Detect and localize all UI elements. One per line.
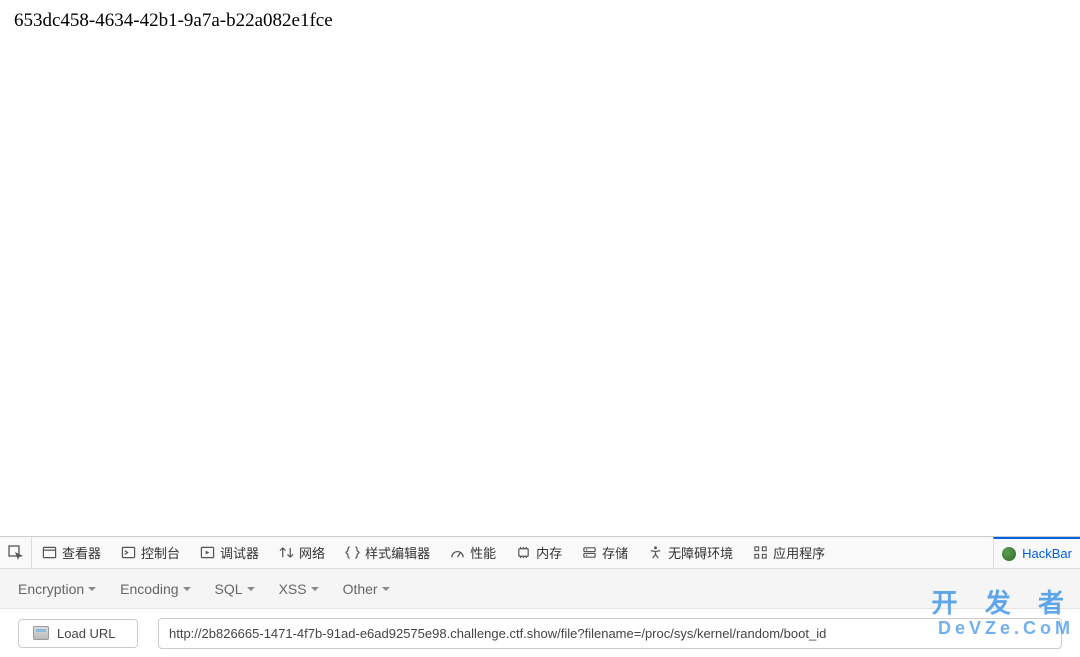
chevron-down-icon	[247, 587, 255, 591]
debugger-icon	[200, 545, 215, 560]
network-icon	[279, 545, 294, 560]
tab-application[interactable]: 应用程序	[743, 537, 835, 568]
dropdown-other[interactable]: Other	[343, 581, 390, 597]
tab-label: 样式编辑器	[365, 543, 430, 562]
dropdown-label: XSS	[279, 581, 307, 597]
tab-label: 内存	[536, 543, 562, 562]
tab-label: HackBar	[1022, 546, 1072, 561]
style-editor-icon	[345, 545, 360, 560]
tab-storage[interactable]: 存储	[572, 537, 638, 568]
dropdown-label: Encoding	[120, 581, 178, 597]
performance-icon	[450, 545, 465, 560]
tab-style-editor[interactable]: 样式编辑器	[335, 537, 440, 568]
tab-label: 无障碍环境	[668, 543, 733, 562]
memory-icon	[516, 545, 531, 560]
tab-performance[interactable]: 性能	[440, 537, 506, 568]
tab-label: 调试器	[220, 543, 259, 562]
hackbar-toolbar: Encryption Encoding SQL XSS Other	[0, 569, 1080, 609]
tab-label: 存储	[602, 543, 628, 562]
devtools-tabs: 查看器 控制台 调试器 网络 样式编辑器 性能 内存 存储	[0, 537, 1080, 569]
accessibility-icon	[648, 545, 663, 560]
dropdown-label: Encryption	[18, 581, 84, 597]
tab-accessibility[interactable]: 无障碍环境	[638, 537, 743, 568]
tab-label: 控制台	[141, 543, 180, 562]
application-icon	[753, 545, 768, 560]
dropdown-xss[interactable]: XSS	[279, 581, 319, 597]
load-url-button[interactable]: Load URL	[18, 619, 138, 648]
dropdown-encryption[interactable]: Encryption	[18, 581, 96, 597]
tab-network[interactable]: 网络	[269, 537, 335, 568]
browser-icon	[33, 626, 49, 640]
load-url-label: Load URL	[57, 626, 116, 641]
chevron-down-icon	[183, 587, 191, 591]
element-picker-button[interactable]	[0, 537, 32, 568]
inspector-icon	[42, 545, 57, 560]
dropdown-label: Other	[343, 581, 378, 597]
page-body-text: 653dc458-4634-42b1-9a7a-b22a082e1fce	[0, 0, 1080, 520]
storage-icon	[582, 545, 597, 560]
tab-label: 应用程序	[773, 543, 825, 562]
hackbar-icon	[1002, 547, 1016, 561]
chevron-down-icon	[88, 587, 96, 591]
dropdown-sql[interactable]: SQL	[215, 581, 255, 597]
element-picker-icon	[8, 545, 24, 561]
tab-console[interactable]: 控制台	[111, 537, 190, 568]
tab-label: 性能	[470, 543, 496, 562]
chevron-down-icon	[311, 587, 319, 591]
url-input[interactable]	[158, 618, 1062, 649]
tab-hackbar[interactable]: HackBar	[993, 537, 1080, 568]
hackbar-url-row: Load URL	[0, 609, 1080, 657]
tab-label: 查看器	[62, 543, 101, 562]
tab-debugger[interactable]: 调试器	[190, 537, 269, 568]
chevron-down-icon	[382, 587, 390, 591]
tab-memory[interactable]: 内存	[506, 537, 572, 568]
devtools-panel: 查看器 控制台 调试器 网络 样式编辑器 性能 内存 存储	[0, 536, 1080, 657]
tab-label: 网络	[299, 543, 325, 562]
console-icon	[121, 545, 136, 560]
dropdown-label: SQL	[215, 581, 243, 597]
dropdown-encoding[interactable]: Encoding	[120, 581, 190, 597]
tab-inspector[interactable]: 查看器	[32, 537, 111, 568]
